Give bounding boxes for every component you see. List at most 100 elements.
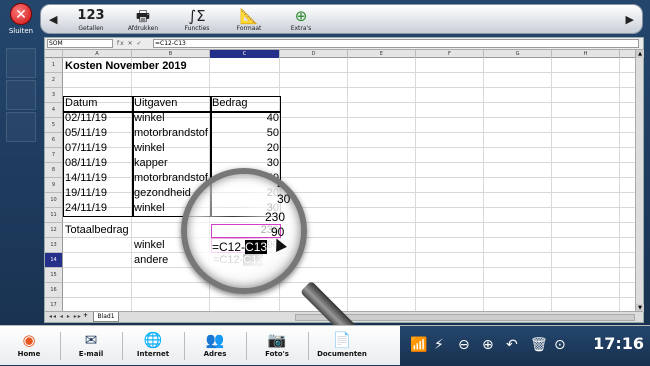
- rail-decoration: [6, 80, 36, 110]
- cell-A8[interactable]: 14/11/19: [65, 171, 107, 186]
- cell-A9[interactable]: 19/11/19: [65, 186, 107, 201]
- battery-charging-icon[interactable]: ⚡: [434, 336, 444, 354]
- cell-C6[interactable]: 20: [211, 141, 279, 156]
- formula-input[interactable]: =C12-C13: [153, 39, 639, 48]
- column-header-C[interactable]: C: [210, 50, 280, 58]
- name-box[interactable]: SOM: [47, 39, 113, 48]
- trash-icon[interactable]: 🗑: [530, 336, 548, 354]
- column-header-H[interactable]: H: [552, 50, 620, 58]
- row-header-14[interactable]: 14: [45, 253, 63, 268]
- column-header-G[interactable]: G: [484, 50, 552, 58]
- cell-grid[interactable]: ABCDEFGH 1 2 3 4 5 6 7 8 9 10 11 12 13 14 15 16 17 Koste…: [45, 50, 635, 312]
- cell-A6[interactable]: 07/11/19: [65, 141, 107, 156]
- cell-A4[interactable]: 02/11/19: [65, 111, 107, 126]
- cell-A3[interactable]: Datum: [65, 96, 97, 111]
- cell-A5[interactable]: 05/11/19: [65, 126, 107, 141]
- volume-up-icon[interactable]: ⊕: [482, 336, 494, 354]
- add-sheet-button[interactable]: +: [83, 312, 88, 319]
- row-header-11[interactable]: 11: [45, 208, 63, 223]
- magnified-value: 30: [277, 192, 291, 206]
- globe-icon: 🌐: [143, 331, 163, 349]
- taskbar-address[interactable]: 👥 Adres: [190, 330, 240, 358]
- vertical-scrollbar[interactable]: ▲ ▼: [635, 50, 644, 312]
- toolbar-format-label: Formaat: [236, 25, 262, 32]
- row-header-4[interactable]: 4: [45, 103, 63, 118]
- cell-B14[interactable]: andere: [134, 253, 168, 268]
- gridline-horizontal: [63, 222, 635, 223]
- taskbar: ◉ Home ✉ E-mail 🌐 Internet 👥 Adres 📷 Fot…: [0, 325, 650, 366]
- undo-icon[interactable]: ↶: [506, 336, 518, 354]
- toolbar-format-button[interactable]: 📐 Formaat: [229, 7, 269, 32]
- gridline-vertical: [415, 58, 416, 312]
- magnified-value: 230: [265, 210, 286, 224]
- cell-A1-title[interactable]: Kosten November 2019: [65, 59, 187, 74]
- row-header-5[interactable]: 5: [45, 118, 63, 133]
- formula-function-icons[interactable]: fx ✕ ✓: [117, 39, 143, 48]
- cell-C4[interactable]: 40: [211, 111, 279, 126]
- column-header-F[interactable]: F: [416, 50, 484, 58]
- cell-B3[interactable]: Uitgaven: [134, 96, 177, 111]
- volume-down-icon[interactable]: ⊖: [458, 336, 470, 354]
- app-window: ✕ Sluiten ◀ 123 Getallen 🖶 Afdrukken ∫Σ …: [0, 0, 650, 366]
- cell-A10[interactable]: 24/11/19: [65, 201, 107, 216]
- column-header-A[interactable]: A: [63, 50, 132, 58]
- taskbar-documents[interactable]: 📄 Documenten: [312, 330, 372, 358]
- cell-B6[interactable]: winkel: [134, 141, 165, 156]
- cell-B10[interactable]: winkel: [134, 201, 165, 216]
- column-header-B[interactable]: B: [132, 50, 210, 58]
- toolbar-print-button[interactable]: 🖶 Afdrukken: [123, 7, 163, 32]
- corner-header[interactable]: [45, 50, 63, 58]
- extras-icon: ⊕: [294, 7, 308, 25]
- row-header-13[interactable]: 13: [45, 238, 63, 253]
- taskbar-separator: [308, 332, 309, 360]
- sheet-tab-blad1[interactable]: Blad1: [93, 312, 119, 322]
- row-header-15[interactable]: 15: [45, 268, 63, 283]
- row-header-6[interactable]: 6: [45, 133, 63, 148]
- row-header-7[interactable]: 7: [45, 148, 63, 163]
- row-header-9[interactable]: 9: [45, 178, 63, 193]
- magnified-formula: =C12-C13: [212, 240, 268, 254]
- row-header-2[interactable]: 2: [45, 73, 63, 88]
- cell-B5[interactable]: motorbrandstof: [134, 126, 208, 141]
- taskbar-separator: [122, 332, 123, 360]
- tab-navigation-arrows-icon[interactable]: ◂◂ ◂ ▸ ▸▸: [49, 313, 82, 320]
- toolbar-numbers-button[interactable]: 123 Getallen: [71, 7, 111, 32]
- cell-A7[interactable]: 08/11/19: [65, 156, 107, 171]
- row-header-8[interactable]: 8: [45, 163, 63, 178]
- rail-decoration: [6, 48, 36, 78]
- cell-B4[interactable]: winkel: [134, 111, 165, 126]
- cell-B13[interactable]: winkel: [134, 238, 165, 253]
- scroll-up-icon[interactable]: ▲: [636, 50, 644, 58]
- toolbar-back-arrow-icon[interactable]: ◀: [49, 13, 57, 26]
- format-icon: 📐: [239, 7, 259, 25]
- cell-C3[interactable]: Bedrag: [212, 96, 247, 111]
- taskbar-photos[interactable]: 📷 Foto's: [252, 330, 302, 358]
- help-lifebuoy-icon[interactable]: ⊙: [554, 336, 566, 354]
- close-button[interactable]: ✕ Sluiten: [3, 3, 39, 41]
- column-header-E[interactable]: E: [348, 50, 416, 58]
- cell-C5[interactable]: 50: [211, 126, 279, 141]
- toolbar-extras-button[interactable]: ⊕ Extra's: [281, 7, 321, 32]
- toolbar-forward-arrow-icon[interactable]: ▶: [626, 13, 634, 26]
- gridline-vertical: [619, 58, 620, 312]
- row-header-17[interactable]: 17: [45, 298, 63, 312]
- row-header-10[interactable]: 10: [45, 193, 63, 208]
- cell-A12[interactable]: Totaalbedrag: [65, 223, 129, 238]
- column-header-D[interactable]: D: [280, 50, 348, 58]
- toolbar-functions-button[interactable]: ∫Σ Functies: [177, 7, 217, 32]
- row-header-3[interactable]: 3: [45, 88, 63, 103]
- wifi-icon[interactable]: 📶: [410, 336, 427, 354]
- row-header-1[interactable]: 1: [45, 58, 63, 73]
- toolbar-print-label: Afdrukken: [127, 25, 159, 32]
- home-icon: ◉: [22, 331, 36, 349]
- cell-B7[interactable]: kapper: [134, 156, 168, 171]
- taskbar-documents-label: Documenten: [317, 350, 367, 358]
- taskbar-internet[interactable]: 🌐 Internet: [128, 330, 178, 358]
- row-header-12[interactable]: 12: [45, 223, 63, 238]
- taskbar-home-label: Home: [17, 350, 41, 358]
- gridline-vertical: [551, 58, 552, 312]
- taskbar-email[interactable]: ✉ E-mail: [66, 330, 116, 358]
- cell-B9[interactable]: gezondheid: [134, 186, 191, 201]
- taskbar-home[interactable]: ◉ Home: [4, 330, 54, 358]
- row-header-16[interactable]: 16: [45, 283, 63, 298]
